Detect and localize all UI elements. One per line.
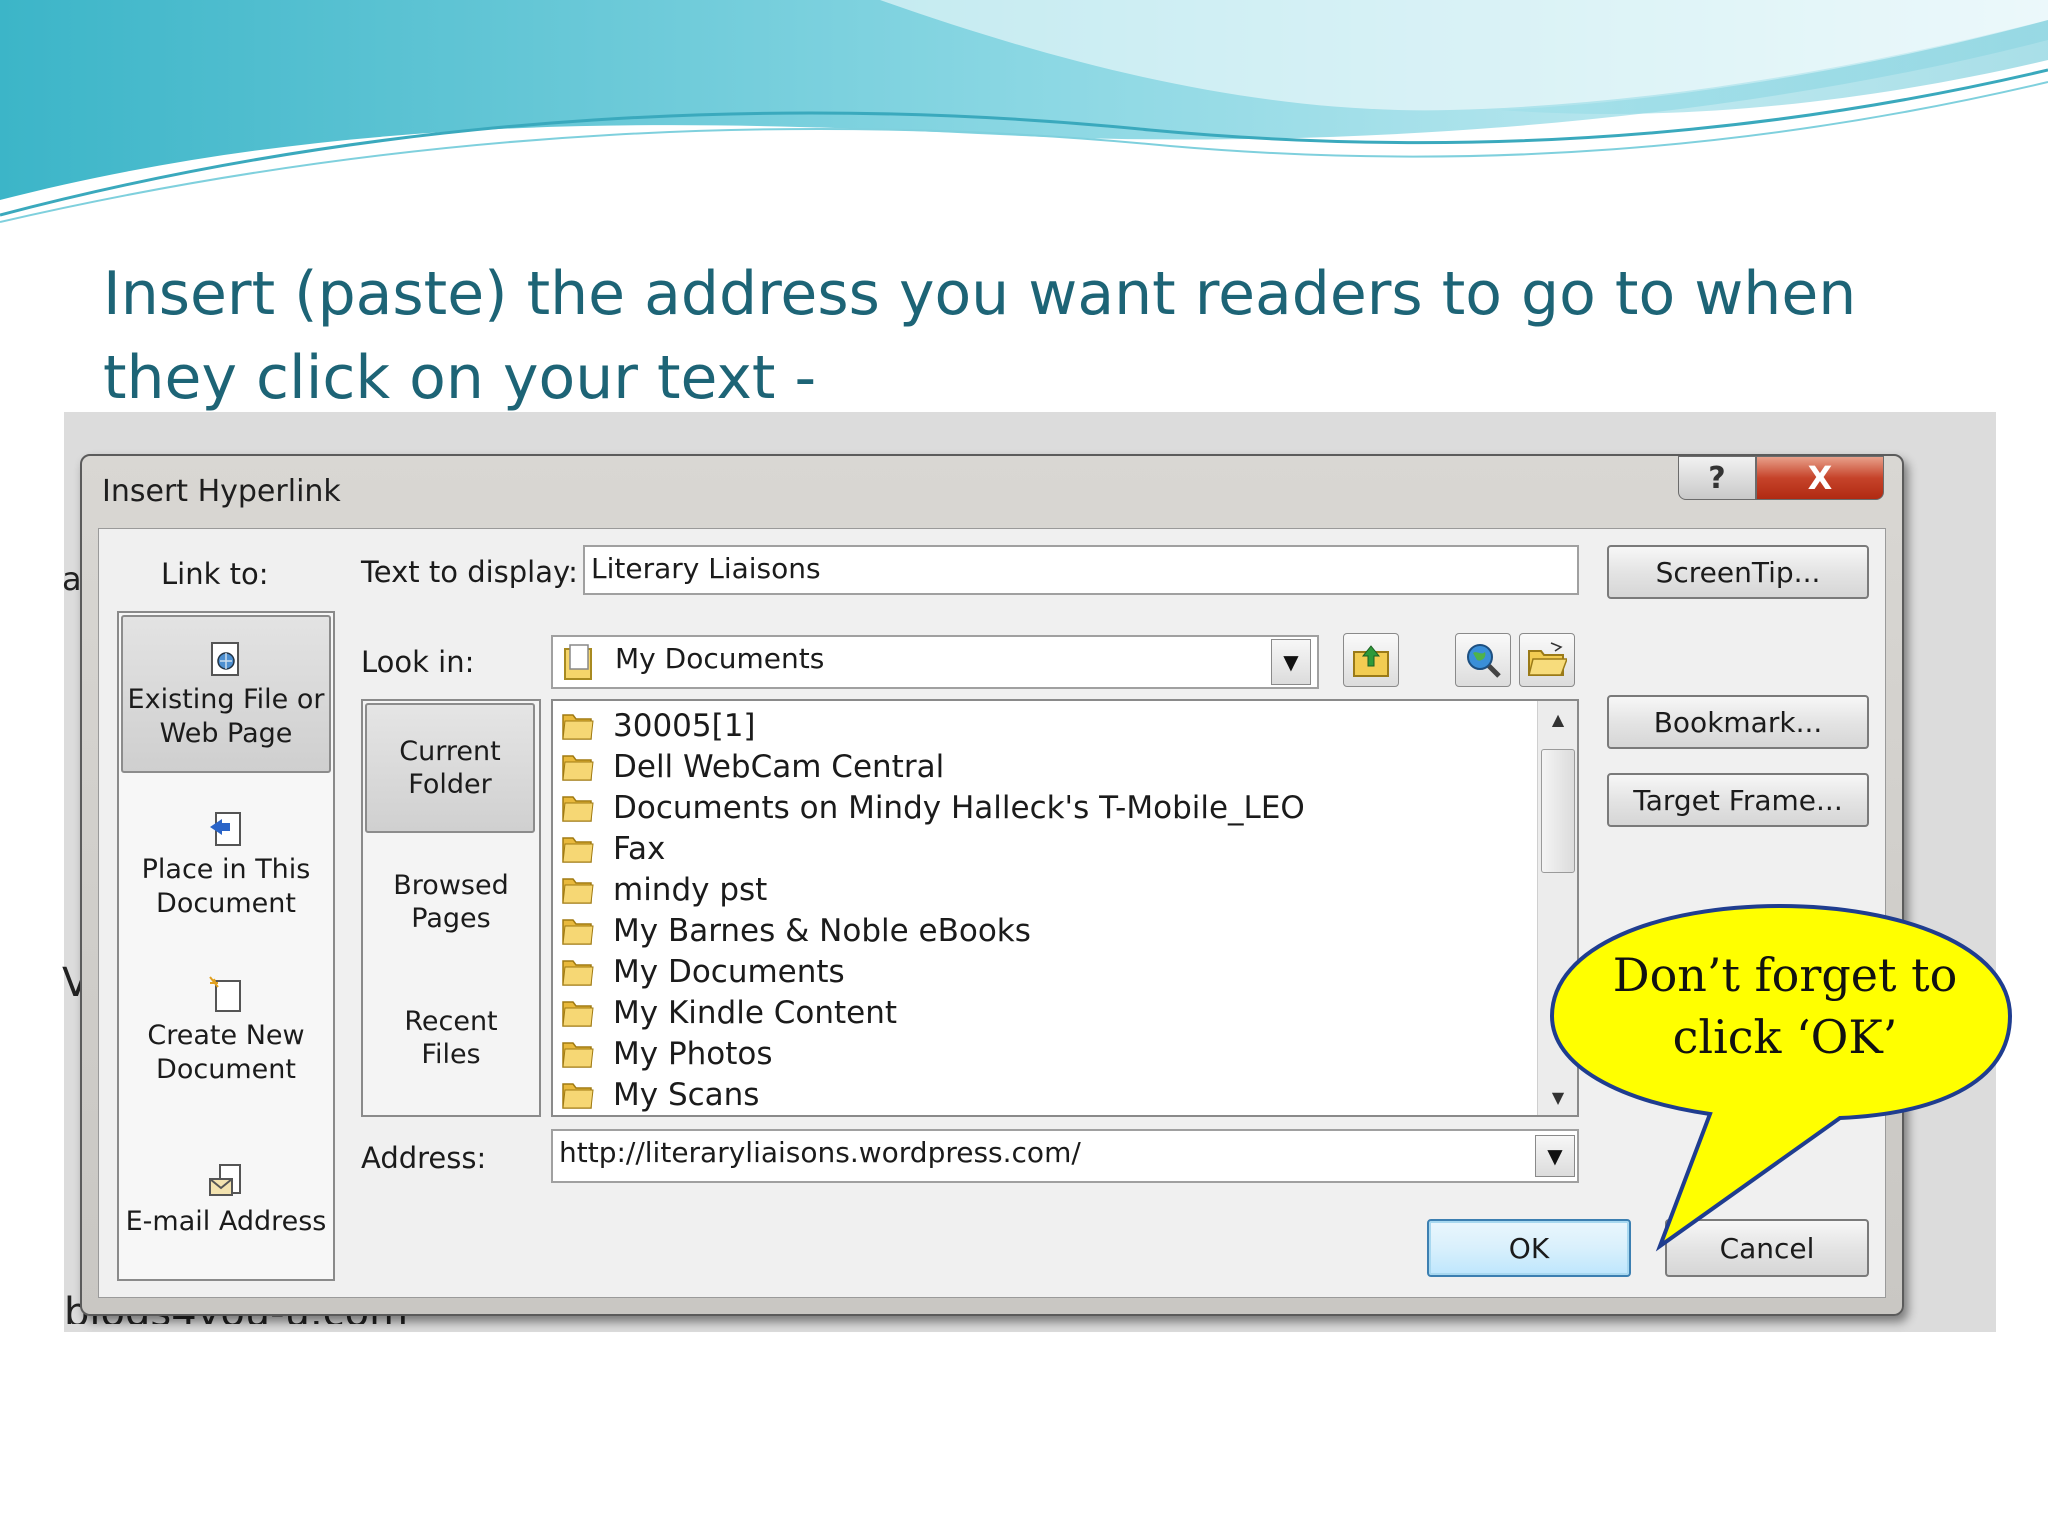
file-list-item-label: My Scans bbox=[613, 1076, 760, 1113]
help-icon: ? bbox=[1708, 460, 1726, 496]
folder-icon bbox=[562, 836, 594, 863]
address-label: Address: bbox=[361, 1141, 487, 1175]
file-list-item[interactable]: Documents on Mindy Halleck's T-Mobile_LE… bbox=[553, 787, 1305, 828]
folder-icon bbox=[562, 1082, 594, 1109]
close-button[interactable]: X bbox=[1756, 456, 1884, 500]
file-list-item[interactable]: My Photos bbox=[553, 1033, 773, 1074]
file-list: 30005[1] Dell WebCam Central Documents on … bbox=[551, 699, 1579, 1117]
place-email-address[interactable]: E-mail Address bbox=[121, 1161, 331, 1239]
place-in-this-document[interactable]: Place in This Document bbox=[121, 809, 331, 921]
place-existing-file[interactable]: Existing File or Web Page bbox=[121, 615, 331, 773]
help-button[interactable]: ? bbox=[1678, 456, 1756, 500]
text-to-display-label: Text to display: bbox=[361, 555, 578, 589]
nav-label-line2: Files bbox=[421, 1039, 481, 1070]
file-list-item-label: Dell WebCam Central bbox=[613, 748, 945, 785]
place-create-new-document[interactable]: Create New Document bbox=[121, 975, 331, 1087]
nav-label-line1: Recent bbox=[404, 1006, 498, 1037]
browse-file-icon bbox=[1528, 642, 1567, 676]
email-address-icon bbox=[209, 1164, 241, 1196]
nav-current-folder[interactable]: Current Folder bbox=[365, 703, 535, 833]
file-list-item-label: Fax bbox=[613, 830, 666, 867]
place-label-line2: E-mail Address bbox=[125, 1206, 327, 1237]
link-to-places-bar: Existing File or Web Page Place in This … bbox=[117, 611, 335, 1281]
file-list-item[interactable]: My Documents bbox=[553, 951, 845, 992]
file-list-item[interactable]: My Scans bbox=[553, 1074, 759, 1115]
nav-label-line2: Folder bbox=[408, 769, 492, 800]
look-in-label: Look in: bbox=[361, 645, 475, 679]
place-label-line2: Document bbox=[156, 888, 296, 919]
address-input[interactable]: http://literaryliaisons.wordpress.com/ bbox=[551, 1129, 1579, 1183]
file-list-item-label: Documents on Mindy Halleck's T-Mobile_LE… bbox=[613, 789, 1305, 826]
file-list-item[interactable]: mindy pst bbox=[553, 869, 767, 910]
file-list-item-label: My Barnes & Noble eBooks bbox=[613, 912, 1031, 949]
text-to-display-input[interactable]: Literary Liaisons bbox=[583, 545, 1579, 595]
dialog-title: Insert Hyperlink bbox=[102, 474, 341, 509]
place-label-line1: Create New bbox=[147, 1020, 305, 1051]
nav-label-line1: Current bbox=[399, 736, 501, 767]
file-list-item[interactable]: Dell WebCam Central bbox=[553, 746, 944, 787]
create-new-document-icon bbox=[209, 976, 241, 1012]
look-in-nav-bar: Current Folder Browsed Pages Recent File… bbox=[361, 699, 541, 1117]
look-in-value: My Documents bbox=[615, 642, 825, 675]
header-wave-decoration bbox=[0, 0, 2048, 223]
bookmark-button[interactable]: Bookmark... bbox=[1607, 695, 1869, 749]
file-list-item-label: My Documents bbox=[613, 953, 845, 990]
my-documents-folder-icon bbox=[564, 644, 592, 680]
close-icon: X bbox=[1807, 459, 1833, 497]
nav-browsed-pages[interactable]: Browsed Pages bbox=[363, 869, 539, 935]
slide-title: Insert (paste) the address you want read… bbox=[103, 259, 1857, 413]
folder-icon bbox=[562, 918, 594, 945]
place-label-line1: Existing File or bbox=[127, 684, 325, 715]
file-list-item[interactable]: 30005[1] bbox=[553, 705, 756, 746]
place-label-line2: Web Page bbox=[159, 718, 293, 749]
up-folder-icon bbox=[1353, 645, 1389, 677]
folder-icon bbox=[562, 877, 594, 904]
look-in-combobox[interactable]: My Documents bbox=[551, 635, 1319, 689]
target-frame-button[interactable]: Target Frame... bbox=[1607, 773, 1869, 827]
folder-icon bbox=[562, 754, 594, 781]
nav-label-line2: Pages bbox=[411, 903, 491, 934]
file-list-item[interactable]: My Barnes & Noble eBooks bbox=[553, 910, 1031, 951]
nav-label-line1: Browsed bbox=[393, 870, 509, 901]
scroll-thumb[interactable] bbox=[1541, 749, 1575, 873]
file-list-item-label: 30005[1] bbox=[613, 707, 756, 744]
file-list-item[interactable]: Fax bbox=[553, 828, 665, 869]
place-in-document-icon bbox=[210, 812, 241, 846]
file-list-item-label: My Kindle Content bbox=[613, 994, 898, 1031]
browse-web-icon bbox=[1467, 644, 1501, 678]
place-label-line1: Place in This bbox=[141, 854, 311, 885]
link-to-label: Link to: bbox=[161, 557, 269, 591]
background-text-fragment: a bbox=[62, 560, 82, 598]
place-label-line2: Document bbox=[156, 1054, 296, 1085]
folder-icon bbox=[562, 1000, 594, 1027]
browse-file-button[interactable] bbox=[1519, 633, 1575, 687]
file-list-item-label: mindy pst bbox=[613, 871, 768, 908]
callout-text: Don’t forget to click ‘OK’ bbox=[1612, 948, 1958, 1064]
screentip-button[interactable]: ScreenTip... bbox=[1607, 545, 1869, 599]
file-list-item[interactable]: My Kindle Content bbox=[553, 992, 897, 1033]
scroll-up-arrow-icon[interactable]: ▲ bbox=[1538, 701, 1577, 737]
browse-web-button[interactable] bbox=[1455, 633, 1511, 687]
existing-file-icon bbox=[211, 642, 239, 676]
folder-icon bbox=[562, 1041, 594, 1068]
nav-recent-files[interactable]: Recent Files bbox=[363, 1005, 539, 1071]
folder-icon bbox=[562, 795, 594, 822]
up-one-folder-button[interactable] bbox=[1343, 633, 1399, 687]
folder-icon bbox=[562, 713, 594, 740]
folder-icon bbox=[562, 959, 594, 986]
look-in-dropdown-arrow[interactable]: ▼ bbox=[1271, 639, 1311, 685]
file-list-item-label: My Photos bbox=[613, 1035, 773, 1072]
